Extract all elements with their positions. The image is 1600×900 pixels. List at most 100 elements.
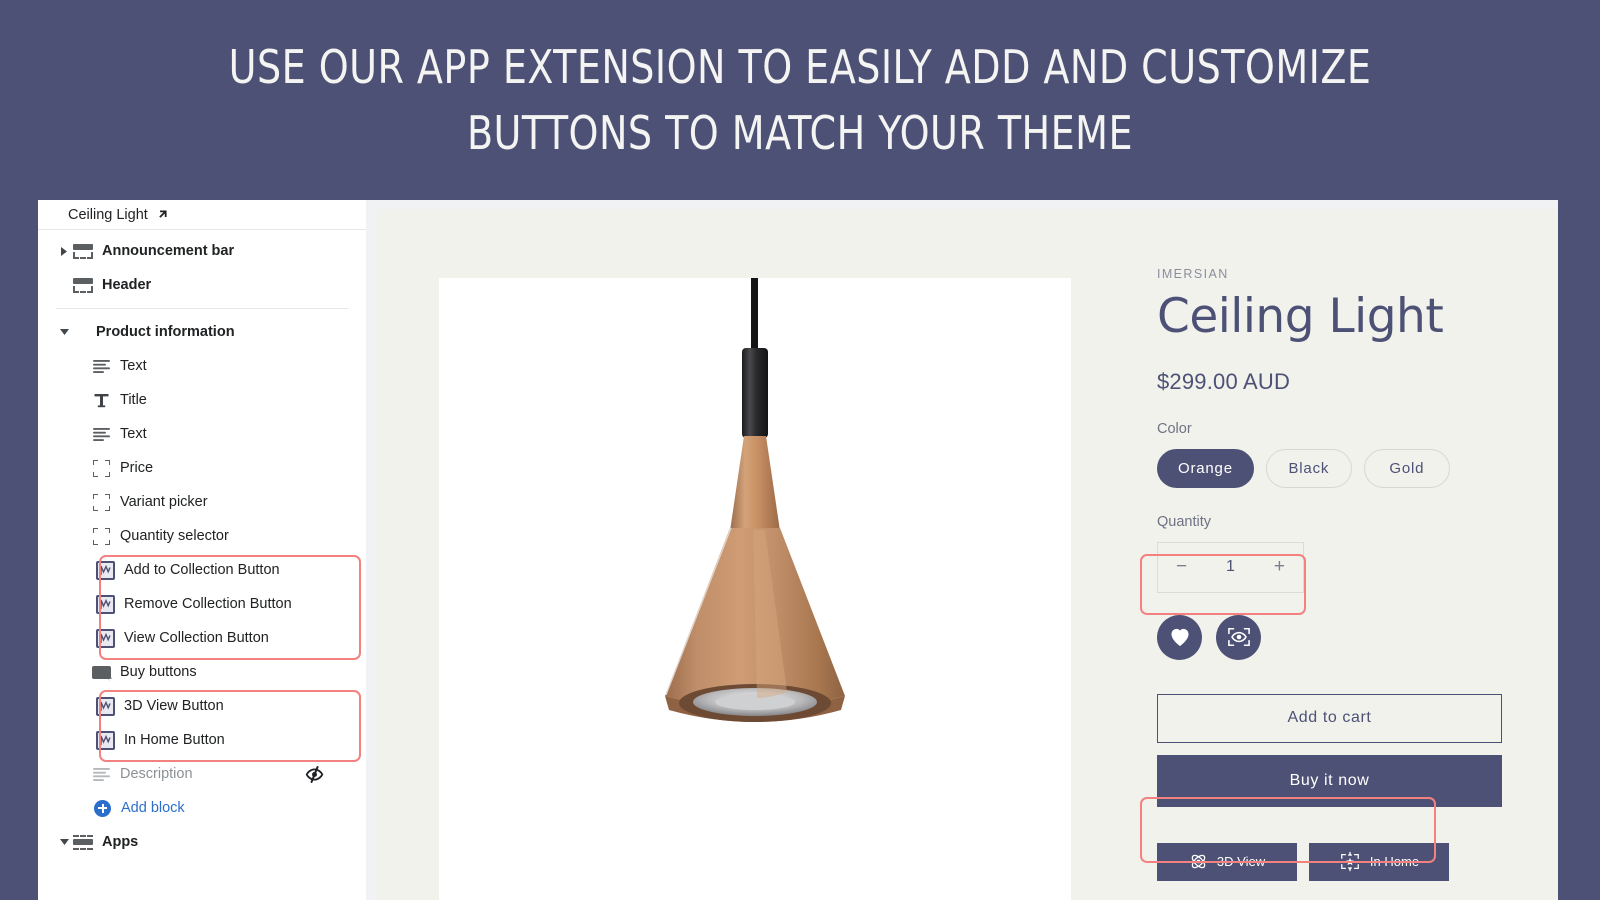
- sidebar-item-label: Price: [120, 460, 154, 476]
- plus-circle-icon: [94, 799, 111, 817]
- heart-icon: [1170, 629, 1189, 647]
- quantity-increase-button[interactable]: +: [1274, 556, 1285, 578]
- sidebar-item-label: Header: [102, 277, 152, 293]
- sidebar-item-header[interactable]: Header: [38, 268, 366, 302]
- sidebar-item-label: 3D View Button: [124, 698, 224, 714]
- sidebar-item-label: Remove Collection Button: [124, 596, 292, 612]
- sidebar-item-label: Text: [120, 426, 147, 442]
- in-home-button[interactable]: In Home: [1309, 842, 1449, 881]
- quantity-value[interactable]: 1: [1226, 558, 1235, 576]
- color-swatch-orange[interactable]: Orange: [1157, 448, 1254, 488]
- ar-button-row: 3D View In Home: [1157, 842, 1517, 881]
- promo-banner: USE OUR APP EXTENSION TO EASILY ADD AND …: [0, 0, 1600, 200]
- product-vendor: IMERSIAN: [1157, 267, 1229, 281]
- sidebar-item-label: Text: [120, 358, 147, 374]
- section-icon: [72, 243, 94, 259]
- placeholder-icon: [90, 527, 112, 545]
- app-block-icon: [94, 628, 116, 648]
- sidebar-block-buy-buttons[interactable]: Buy buttons: [38, 655, 366, 689]
- title-icon: [90, 393, 112, 408]
- sidebar-item-label: Buy buttons: [120, 664, 197, 680]
- text-icon: [90, 767, 112, 781]
- sidebar-item-product-information[interactable]: Product information: [38, 315, 366, 349]
- sidebar-header[interactable]: Ceiling Light: [38, 200, 366, 230]
- storefront-page: IMERSIAN Ceiling Light $299.00 AUD Color…: [377, 209, 1558, 900]
- app-block-icon: [94, 594, 116, 614]
- add-to-cart-button[interactable]: Add to cart: [1157, 693, 1502, 743]
- sidebar-block-title[interactable]: Title: [38, 383, 366, 417]
- in-home-label: In Home: [1369, 854, 1420, 870]
- sidebar-header-label: Ceiling Light: [68, 206, 148, 223]
- section-icon: [72, 277, 94, 293]
- sidebar-item-label: View Collection Button: [124, 630, 269, 646]
- view-collection-button[interactable]: [1216, 614, 1261, 660]
- app-block-icon: [94, 560, 116, 580]
- banner-line-2: BUTTONS TO MATCH YOUR THEME: [466, 106, 1134, 160]
- app-block-icon: [94, 696, 116, 716]
- theme-editor-sidebar: Ceiling Light Announcement bar Header Pr…: [38, 200, 366, 900]
- ceiling-light-illustration: [665, 278, 845, 722]
- product-price: $299.00 AUD: [1157, 368, 1291, 394]
- sidebar-item-label: Quantity selector: [120, 528, 229, 544]
- text-icon: [90, 359, 112, 373]
- sidebar-item-label: Description: [120, 766, 193, 782]
- 3d-view-button[interactable]: 3D View: [1157, 842, 1297, 881]
- sidebar-item-label: Announcement bar: [102, 243, 235, 259]
- product-info: IMERSIAN Ceiling Light $299.00 AUD Color…: [1157, 267, 1517, 881]
- color-swatch-gold[interactable]: Gold: [1363, 448, 1450, 488]
- sidebar-item-apps[interactable]: Apps: [38, 825, 366, 859]
- buy-it-now-button[interactable]: Buy it now: [1157, 754, 1502, 807]
- sidebar-item-announcement-bar[interactable]: Announcement bar: [38, 234, 366, 268]
- quantity-decrease-button[interactable]: −: [1176, 556, 1187, 578]
- app-block-icon: [94, 730, 116, 750]
- theme-preview: IMERSIAN Ceiling Light $299.00 AUD Color…: [377, 200, 1558, 900]
- buy-buttons-icon: [90, 665, 112, 679]
- sidebar-block-description[interactable]: Description: [38, 757, 366, 791]
- sidebar-item-label: Add to Collection Button: [124, 562, 280, 578]
- sidebar-block-text-2[interactable]: Text: [38, 417, 366, 451]
- product-title: Ceiling Light: [1157, 289, 1444, 344]
- color-swatch-black[interactable]: Black: [1265, 448, 1352, 488]
- add-block-label: Add block: [121, 800, 185, 816]
- color-swatch-group: Orange Black Gold: [1157, 448, 1517, 488]
- theme-editor: Ceiling Light Announcement bar Header Pr…: [38, 200, 1558, 900]
- screenshot-root: USE OUR APP EXTENSION TO EASILY ADD AND …: [0, 0, 1600, 900]
- sidebar-block-add-to-collection-button[interactable]: Add to Collection Button: [38, 553, 366, 587]
- sidebar-item-label: Product information: [96, 324, 235, 340]
- wishlist-button[interactable]: [1157, 614, 1202, 660]
- sidebar-block-3d-view-button[interactable]: 3D View Button: [38, 689, 366, 723]
- sidebar-block-in-home-button[interactable]: In Home Button: [38, 723, 366, 757]
- eye-off-icon[interactable]: [305, 765, 324, 784]
- sidebar-block-remove-collection-button[interactable]: Remove Collection Button: [38, 587, 366, 621]
- sidebar-block-quantity-selector[interactable]: Quantity selector: [38, 519, 366, 553]
- orbit-icon: [1191, 854, 1206, 869]
- ar-place-icon: [1341, 851, 1359, 872]
- chevron-down-icon[interactable]: [56, 825, 72, 859]
- sidebar-item-label: Title: [120, 392, 147, 408]
- color-option-label: Color: [1157, 420, 1192, 437]
- add-block-button[interactable]: Add block: [38, 791, 366, 825]
- banner-line-1: USE OUR APP EXTENSION TO EASILY ADD AND …: [228, 40, 1372, 94]
- sidebar-item-label: Apps: [102, 834, 139, 850]
- sidebar-section-list: Announcement bar Header Product informat…: [38, 230, 366, 859]
- quantity-label: Quantity: [1157, 513, 1211, 530]
- sidebar-block-text-1[interactable]: Text: [38, 349, 366, 383]
- eye-scan-icon: [1227, 628, 1250, 647]
- sidebar-block-view-collection-button[interactable]: View Collection Button: [38, 621, 366, 655]
- apps-icon: [72, 834, 94, 850]
- external-link-icon[interactable]: [156, 208, 169, 221]
- sidebar-item-label: In Home Button: [124, 732, 225, 748]
- collection-icon-buttons: [1157, 614, 1517, 660]
- 3d-view-label: 3D View: [1216, 854, 1266, 870]
- product-image[interactable]: [439, 278, 1071, 900]
- quantity-stepper[interactable]: − 1 +: [1157, 541, 1304, 593]
- sidebar-block-variant-picker[interactable]: Variant picker: [38, 485, 366, 519]
- text-icon: [90, 427, 112, 441]
- chevron-right-icon[interactable]: [56, 234, 72, 268]
- placeholder-icon: [90, 493, 112, 511]
- sidebar-block-price[interactable]: Price: [38, 451, 366, 485]
- sidebar-item-label: Variant picker: [120, 494, 208, 510]
- sidebar-divider: [56, 308, 348, 309]
- placeholder-icon: [90, 459, 112, 477]
- chevron-down-icon[interactable]: [56, 315, 72, 349]
